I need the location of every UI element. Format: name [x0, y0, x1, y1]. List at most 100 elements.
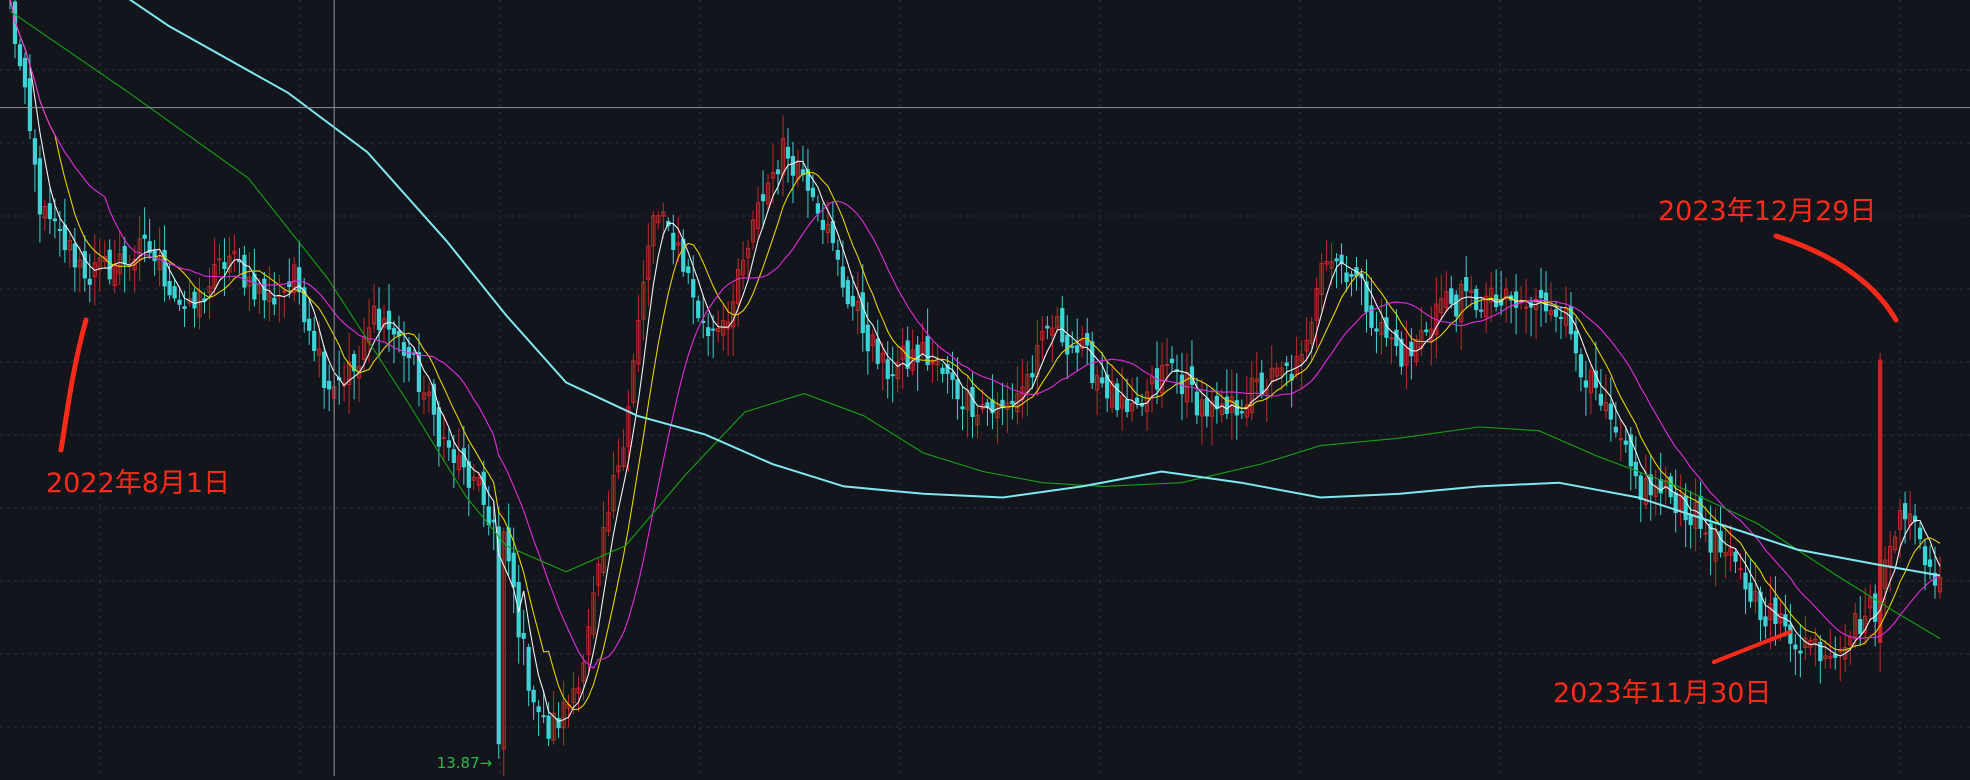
- candle-body: [1474, 288, 1479, 311]
- candle-body: [1858, 619, 1863, 635]
- candle-body: [775, 169, 781, 175]
- candle-body: [122, 245, 127, 265]
- candle-body: [441, 436, 446, 439]
- candle-body: [865, 324, 870, 352]
- candle-body: [1718, 531, 1723, 553]
- candle-body: [1703, 532, 1708, 535]
- chart-background: [0, 0, 1970, 776]
- candle-body: [1583, 380, 1589, 388]
- candle-body: [1538, 290, 1544, 299]
- candle-body: [491, 519, 496, 523]
- candle-body: [486, 506, 491, 526]
- candle-body: [297, 267, 302, 293]
- candle-body: [1798, 650, 1803, 654]
- candle-body: [32, 138, 38, 165]
- candle-body: [217, 258, 222, 261]
- candle-body: [1773, 597, 1778, 624]
- candle-body: [671, 232, 676, 250]
- candle-body: [1389, 337, 1394, 340]
- candle-body: [1598, 393, 1603, 406]
- candle-body: [1608, 403, 1613, 420]
- candle-body: [815, 203, 821, 214]
- candle-body: [1394, 329, 1399, 347]
- candle-body: [1194, 391, 1200, 416]
- candle-body: [511, 552, 516, 588]
- candle-body: [1464, 277, 1469, 292]
- candle-body: [252, 273, 257, 300]
- candle-body: [1638, 475, 1643, 500]
- candle-body: [950, 372, 955, 380]
- candle-body: [1100, 377, 1105, 384]
- candle-body: [52, 218, 58, 222]
- candle-body: [312, 330, 317, 352]
- candle-body: [1648, 474, 1653, 496]
- candle-body: [1618, 438, 1623, 441]
- candle-body: [1633, 461, 1638, 477]
- candle-body: [451, 449, 456, 463]
- candle-body: [845, 280, 850, 305]
- candle-body: [1334, 258, 1339, 262]
- candle-body: [1369, 305, 1374, 328]
- candle-body: [272, 297, 277, 305]
- candle-body: [72, 243, 77, 268]
- candle-body: [1793, 644, 1798, 650]
- candle-body: [940, 367, 945, 374]
- candle-body: [1454, 294, 1459, 317]
- candle-body: [970, 386, 975, 417]
- candle-body: [890, 374, 895, 377]
- candle-body: [327, 380, 332, 390]
- candle-body: [37, 158, 43, 215]
- candle-body: [496, 526, 501, 745]
- candle-body: [1783, 614, 1788, 627]
- low-marker: 13.87→: [437, 754, 493, 772]
- candle-body: [835, 249, 840, 260]
- candle-body: [1613, 426, 1618, 433]
- candle-body: [167, 280, 172, 296]
- candle-body: [177, 299, 182, 305]
- candle-body: [446, 440, 451, 448]
- candlestick-chart[interactable]: 2022年8月1日 2023年11月30日 2023年12月29日 13.87→: [0, 0, 1970, 778]
- candle-body: [307, 318, 312, 331]
- candle-body: [242, 254, 247, 288]
- candle-body: [1479, 309, 1484, 312]
- candle-body: [1733, 551, 1738, 562]
- candle-body: [536, 706, 541, 713]
- candle-body: [1124, 399, 1130, 413]
- candle-body: [691, 279, 696, 298]
- candle-body: [1284, 362, 1289, 366]
- candle-body: [960, 406, 965, 410]
- candle-body: [810, 187, 816, 198]
- candle-body: [1045, 325, 1050, 329]
- candle-body: [322, 351, 327, 388]
- candle-body: [1917, 527, 1923, 540]
- candle-body: [461, 448, 466, 468]
- candle-body: [875, 338, 880, 364]
- candle-body: [1204, 397, 1210, 417]
- candle-body: [1553, 309, 1559, 317]
- chart-svg[interactable]: 2022年8月1日 2023年11月30日 2023年12月29日 13.87→: [0, 0, 1970, 778]
- candle-body: [57, 228, 62, 231]
- candle-body: [436, 407, 442, 447]
- candle-body: [391, 328, 397, 335]
- candle-body: [1070, 345, 1075, 348]
- candle-body: [282, 290, 287, 293]
- candle-body: [1902, 503, 1908, 520]
- candle-body: [22, 57, 28, 88]
- candle-body: [27, 78, 33, 132]
- candle-body: [62, 224, 67, 251]
- candle-body: [1239, 411, 1244, 414]
- annotation-label-dec-2023: 2023年12月29日: [1658, 196, 1876, 227]
- candle-body: [885, 359, 890, 380]
- candle-body: [686, 266, 691, 273]
- candle-body: [1409, 341, 1414, 357]
- annotation-label-nov-2023: 2023年11月30日: [1553, 678, 1771, 709]
- candle-body: [401, 342, 407, 356]
- candle-body: [1748, 582, 1753, 602]
- candle-body: [696, 300, 701, 319]
- candle-body: [820, 219, 826, 231]
- candle-body: [1922, 546, 1928, 566]
- candle-body: [790, 156, 796, 176]
- candle-body: [850, 295, 855, 307]
- candle-body: [386, 310, 392, 330]
- candle-body: [1698, 496, 1703, 529]
